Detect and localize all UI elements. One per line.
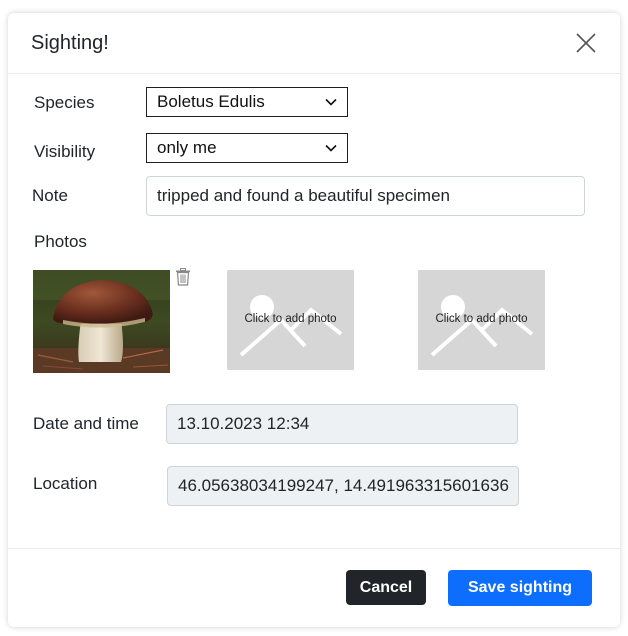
close-icon	[576, 33, 596, 53]
trash-icon[interactable]	[175, 268, 191, 286]
datetime-field[interactable]: 13.10.2023 12:34	[166, 404, 518, 444]
location-field[interactable]: 46.05638034199247, 14.491963315601636	[167, 466, 519, 506]
mushroom-photo[interactable]	[33, 270, 170, 373]
footer-divider	[8, 548, 620, 549]
add-photo-slot-3[interactable]: Click to add photo	[418, 270, 545, 370]
datetime-label: Date and time	[33, 414, 139, 433]
add-photo-caption: Click to add photo	[244, 313, 337, 325]
chevron-down-icon	[325, 144, 337, 152]
add-photo-caption: Click to add photo	[435, 313, 528, 325]
photos-label: Photos	[34, 232, 87, 251]
species-label: Species	[34, 93, 95, 112]
cancel-button[interactable]: Cancel	[346, 570, 426, 605]
note-label: Note	[32, 186, 68, 205]
close-button[interactable]	[574, 31, 598, 55]
dialog-header: Sighting!	[8, 13, 620, 74]
note-input[interactable]: tripped and found a beautiful specimen	[146, 176, 585, 216]
save-sighting-button[interactable]: Save sighting	[448, 570, 592, 606]
location-label: Location	[33, 474, 98, 493]
visibility-value: only me	[157, 138, 217, 157]
species-value: Boletus Edulis	[157, 92, 265, 111]
species-select[interactable]: Boletus Edulis	[146, 87, 348, 117]
chevron-down-icon	[325, 98, 337, 106]
sighting-dialog: Sighting! Species Boletus Edulis Visibil…	[8, 13, 620, 627]
visibility-select[interactable]: only me	[146, 133, 348, 163]
add-photo-slot-2[interactable]: Click to add photo	[227, 270, 354, 370]
dialog-title: Sighting!	[31, 32, 109, 54]
visibility-label: Visibility	[34, 142, 96, 161]
